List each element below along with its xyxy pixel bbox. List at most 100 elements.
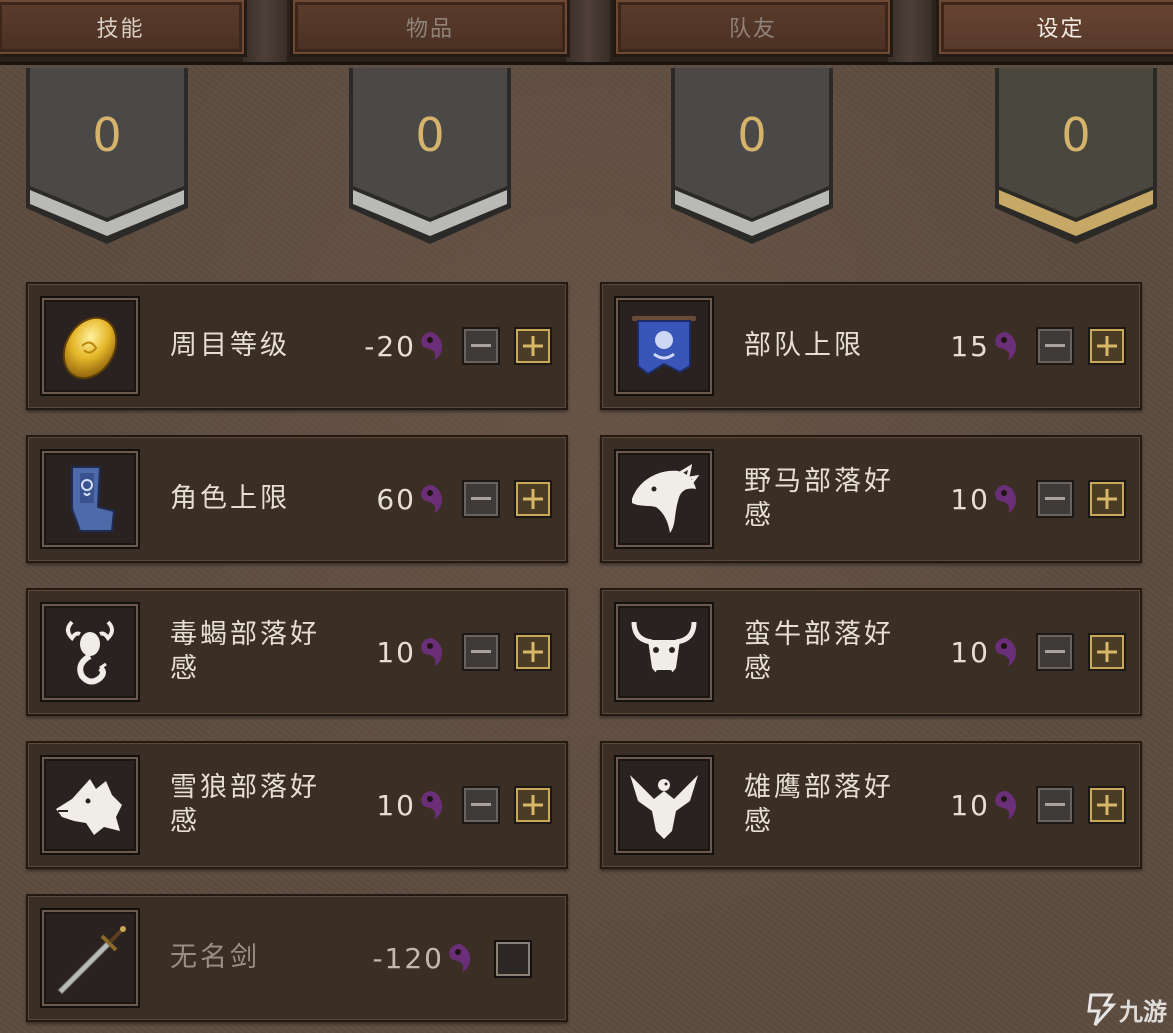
tab-skills[interactable]: 技能 — [0, 0, 247, 57]
option-icon-frame — [40, 449, 140, 549]
increase-button[interactable] — [1088, 480, 1126, 518]
blue-banner-icon — [632, 316, 696, 376]
option-value: -20 — [364, 329, 416, 363]
option-card: 毒蝎部落好感 10 — [26, 588, 568, 716]
decrease-button[interactable] — [1036, 786, 1074, 824]
option-value: 10 — [950, 482, 990, 516]
decrease-button[interactable] — [1036, 480, 1074, 518]
banner-value: 0 — [737, 108, 767, 162]
option-label: 毒蝎部落好感 — [170, 619, 320, 684]
option-label: 无名剑 — [170, 942, 260, 973]
increase-button[interactable] — [514, 327, 552, 365]
banner-slot-2[interactable]: 0 — [347, 68, 513, 246]
tab-bar: 技能 物品 队友 设定 — [0, 0, 1173, 65]
option-card: 部队上限 15 — [600, 282, 1142, 410]
plus-icon — [1097, 489, 1117, 509]
option-card: 雄鹰部落好感 10 — [600, 741, 1142, 869]
option-icon-frame — [40, 908, 140, 1008]
plus-icon — [1097, 336, 1117, 356]
unlock-checkbox[interactable] — [494, 940, 532, 978]
banner-value: 0 — [1061, 108, 1091, 162]
minus-icon — [1045, 803, 1065, 806]
minus-icon — [1045, 497, 1065, 500]
minus-icon — [471, 344, 491, 347]
increase-button[interactable] — [1088, 786, 1126, 824]
decrease-button[interactable] — [1036, 633, 1074, 671]
option-label: 蛮牛部落好感 — [744, 619, 894, 684]
option-icon-frame — [40, 755, 140, 855]
tab-divider — [566, 0, 610, 62]
tab-divider — [243, 0, 287, 62]
increase-button[interactable] — [514, 786, 552, 824]
scorpion-icon — [66, 620, 114, 685]
decrease-button[interactable] — [1036, 327, 1074, 365]
option-value: 10 — [950, 635, 990, 669]
plus-icon — [523, 642, 543, 662]
increase-button[interactable] — [514, 480, 552, 518]
plus-icon — [1097, 642, 1117, 662]
yin-soul-icon — [421, 332, 442, 360]
throne-icon — [71, 466, 116, 532]
option-card: 野马部落好感 10 — [600, 435, 1142, 563]
tab-items[interactable]: 物品 — [290, 0, 570, 57]
yin-soul-icon — [421, 638, 442, 666]
yin-soul-icon — [421, 485, 442, 513]
yin-soul-icon — [995, 638, 1016, 666]
option-card: 无名剑 -120 — [26, 894, 568, 1022]
bull-head-icon — [631, 621, 697, 676]
increase-button[interactable] — [1088, 327, 1126, 365]
option-icon-frame — [614, 755, 714, 855]
option-value: 15 — [950, 329, 990, 363]
plus-icon — [1097, 795, 1117, 815]
increase-button[interactable] — [514, 633, 552, 671]
golden-egg-icon — [62, 316, 118, 380]
yin-soul-icon — [995, 332, 1016, 360]
banner-slot-3[interactable]: 0 — [669, 68, 835, 246]
minus-icon — [1045, 344, 1065, 347]
minus-icon — [1045, 650, 1065, 653]
plus-icon — [523, 336, 543, 356]
yin-soul-icon — [449, 944, 470, 972]
increase-button[interactable] — [1088, 633, 1126, 671]
option-card: 角色上限 60 — [26, 435, 568, 563]
minus-icon — [471, 650, 491, 653]
decrease-button[interactable] — [462, 633, 500, 671]
tab-companions[interactable]: 队友 — [613, 0, 893, 57]
option-card: 蛮牛部落好感 10 — [600, 588, 1142, 716]
decrease-button[interactable] — [462, 480, 500, 518]
watermark-logo-icon — [1087, 993, 1117, 1027]
watermark: 九游 — [1085, 989, 1167, 1029]
plus-icon — [523, 489, 543, 509]
option-label: 部队上限 — [744, 330, 864, 361]
tab-settings[interactable]: 设定 — [936, 0, 1173, 57]
decrease-button[interactable] — [462, 786, 500, 824]
option-label: 雄鹰部落好感 — [744, 772, 894, 837]
banner-value: 0 — [415, 108, 445, 162]
option-icon-frame — [614, 602, 714, 702]
option-icon-frame — [614, 449, 714, 549]
watermark-text: 九游 — [1119, 997, 1167, 1026]
plus-icon — [523, 795, 543, 815]
eagle-icon — [630, 775, 698, 839]
wolf-head-icon — [56, 779, 122, 835]
option-icon-frame — [40, 296, 140, 396]
option-label: 角色上限 — [170, 483, 290, 514]
option-label: 野马部落好感 — [744, 466, 894, 531]
sword-icon — [57, 926, 126, 995]
option-value: 10 — [950, 788, 990, 822]
decrease-button[interactable] — [462, 327, 500, 365]
option-card: 雪狼部落好感 10 — [26, 741, 568, 869]
option-label: 雪狼部落好感 — [170, 772, 320, 837]
yin-soul-icon — [995, 791, 1016, 819]
option-card: 周目等级 -20 — [26, 282, 568, 410]
banner-slot-1[interactable]: 0 — [24, 68, 190, 246]
horse-head-icon — [632, 463, 700, 533]
banner-slot-4[interactable]: 0 — [993, 68, 1159, 246]
minus-icon — [471, 497, 491, 500]
option-icon-frame — [614, 296, 714, 396]
option-value: 10 — [376, 635, 416, 669]
minus-icon — [471, 803, 491, 806]
option-value: -120 — [372, 941, 444, 975]
yin-soul-icon — [421, 791, 442, 819]
option-label: 周目等级 — [170, 330, 290, 361]
